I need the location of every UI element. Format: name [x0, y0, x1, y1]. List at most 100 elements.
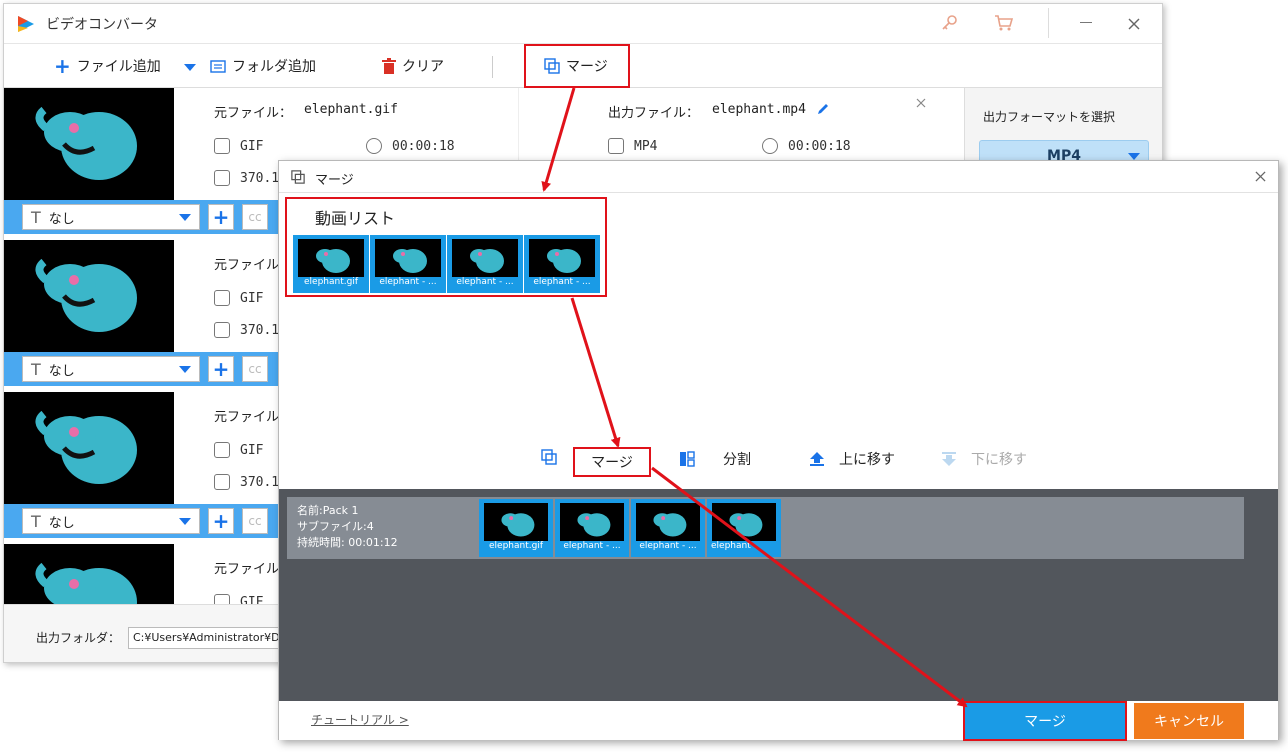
key-icon[interactable]: [940, 14, 958, 32]
merge-op-label: マージ: [591, 455, 633, 471]
toolbar: + ファイル追加 フォルダ追加 クリア マージ: [4, 44, 1162, 88]
thumb-caption: elephant.gif: [304, 277, 358, 287]
cart-icon[interactable]: [994, 14, 1014, 32]
merge-label: マージ: [566, 59, 608, 75]
elephant-image: [35, 106, 137, 180]
remove-row-icon[interactable]: [916, 98, 926, 108]
video-list-item[interactable]: elephant - ...: [447, 235, 523, 293]
pack-item[interactable]: elephant - ...: [555, 499, 629, 557]
subtitle-select[interactable]: T なし: [22, 204, 200, 230]
split-label: 分割: [723, 452, 751, 468]
thumb-image: [298, 239, 364, 277]
close-icon[interactable]: [1255, 171, 1266, 182]
move-up-button[interactable]: 上に移す: [809, 449, 895, 469]
source-label: 元ファイル: [214, 410, 280, 425]
thumb-image: [529, 239, 595, 277]
pack-subfiles: サブファイル:4: [297, 520, 374, 533]
format-meta: GIF: [214, 138, 263, 154]
file-icon: [214, 322, 230, 338]
cc-icon[interactable]: cc: [242, 508, 268, 534]
add-folder-button[interactable]: フォルダ追加: [210, 56, 316, 76]
close-icon[interactable]: [1128, 18, 1140, 30]
minimize-icon[interactable]: [1080, 22, 1092, 23]
clear-label: クリア: [402, 59, 444, 75]
cancel-button[interactable]: キャンセル: [1134, 703, 1244, 739]
add-file-button[interactable]: + ファイル追加: [54, 56, 161, 76]
subtitle-value: なし: [48, 363, 75, 379]
duration-meta: 00:00:18: [366, 138, 455, 154]
cc-icon[interactable]: cc: [242, 356, 268, 382]
thumb-image: [375, 239, 441, 277]
source-label: 元ファイル：: [214, 106, 293, 121]
move-down-button[interactable]: 下に移す: [941, 449, 1027, 469]
subtitle-value: なし: [48, 515, 75, 531]
chevron-down-icon: [1128, 153, 1140, 160]
text-icon: T: [31, 207, 41, 227]
merge-op-button[interactable]: [541, 449, 557, 465]
thumb-caption: elephant - ...: [639, 541, 697, 551]
add-subtitle-button[interactable]: +: [208, 508, 234, 534]
plus-icon: +: [54, 54, 71, 78]
format-icon: [608, 138, 624, 154]
pack-row[interactable]: 名前:Pack 1 サブファイル:4 持続時間: 00:01:12 elepha…: [287, 497, 1244, 559]
move-down-label: 下に移す: [971, 452, 1027, 468]
format-icon: [214, 594, 230, 604]
merge-confirm-button[interactable]: マージ: [965, 703, 1125, 739]
clear-button[interactable]: クリア: [382, 56, 444, 76]
divider: [1048, 8, 1049, 38]
pack-item[interactable]: elephant - ...: [631, 499, 705, 557]
format-meta: GIF: [214, 594, 263, 604]
subtitle-select[interactable]: T なし: [22, 508, 200, 534]
split-icon: [680, 451, 695, 467]
text-icon: T: [31, 359, 41, 379]
cc-icon[interactable]: cc: [242, 204, 268, 230]
thumb-image: [560, 503, 624, 541]
video-list-panel: 動画リスト elephant.gif elephant - ... elepha…: [285, 197, 607, 297]
tutorial-link[interactable]: チュートリアル >: [311, 711, 409, 728]
chevron-down-icon: [179, 518, 191, 525]
edit-pencil-icon[interactable]: [816, 102, 830, 116]
text-icon: T: [31, 511, 41, 531]
dialog-title: マージ: [315, 173, 354, 188]
subtitle-select[interactable]: T なし: [22, 356, 200, 382]
out-duration-meta: 00:00:18: [762, 138, 851, 154]
pack-name: 名前:Pack 1: [297, 504, 359, 517]
pack-item[interactable]: elephant.gif: [479, 499, 553, 557]
pack-item[interactable]: elephant: [707, 499, 781, 557]
size-meta: 370.13: [214, 170, 287, 186]
merge-button[interactable]: マージ: [524, 44, 630, 88]
thumb-image: [484, 503, 548, 541]
out-duration-value: 00:00:18: [788, 138, 851, 154]
format-panel-title: 出力フォーマットを選択: [983, 110, 1116, 124]
app-title: ビデオコンバータ: [46, 17, 158, 33]
thumb-image: [636, 503, 700, 541]
thumb-image: [452, 239, 518, 277]
format-value: GIF: [240, 290, 264, 306]
dialog-title-bar: マージ: [279, 161, 1278, 193]
merge-icon: [544, 58, 560, 74]
add-subtitle-button[interactable]: +: [208, 204, 234, 230]
video-thumbnail: [4, 544, 174, 604]
video-list-item[interactable]: elephant - ...: [370, 235, 446, 293]
merge-op-label-box[interactable]: マージ: [573, 447, 651, 477]
add-folder-label: フォルダ追加: [232, 59, 316, 75]
source-name: elephant.gif: [304, 102, 398, 117]
add-file-label: ファイル追加: [76, 59, 161, 75]
output-folder-label: 出力フォルダ：: [36, 631, 121, 645]
chevron-down-icon: [179, 214, 191, 221]
format-meta: GIF: [214, 290, 263, 306]
format-value: GIF: [240, 594, 264, 605]
split-button[interactable]: 分割: [679, 449, 751, 469]
video-list-item[interactable]: elephant.gif: [293, 235, 369, 293]
merge-icon: [541, 449, 557, 465]
add-file-dropdown-icon[interactable]: [184, 64, 196, 71]
cancel-label: キャンセル: [1154, 714, 1224, 730]
format-icon: [214, 290, 230, 306]
app-logo-icon: [18, 16, 34, 32]
video-list-item[interactable]: elephant - ...: [524, 235, 600, 293]
add-subtitle-button[interactable]: +: [208, 356, 234, 382]
duration-value: 00:00:18: [392, 138, 455, 154]
thumb-caption: elephant - ...: [533, 277, 591, 287]
format-icon: [214, 138, 230, 154]
subtitle-value: なし: [48, 211, 75, 227]
